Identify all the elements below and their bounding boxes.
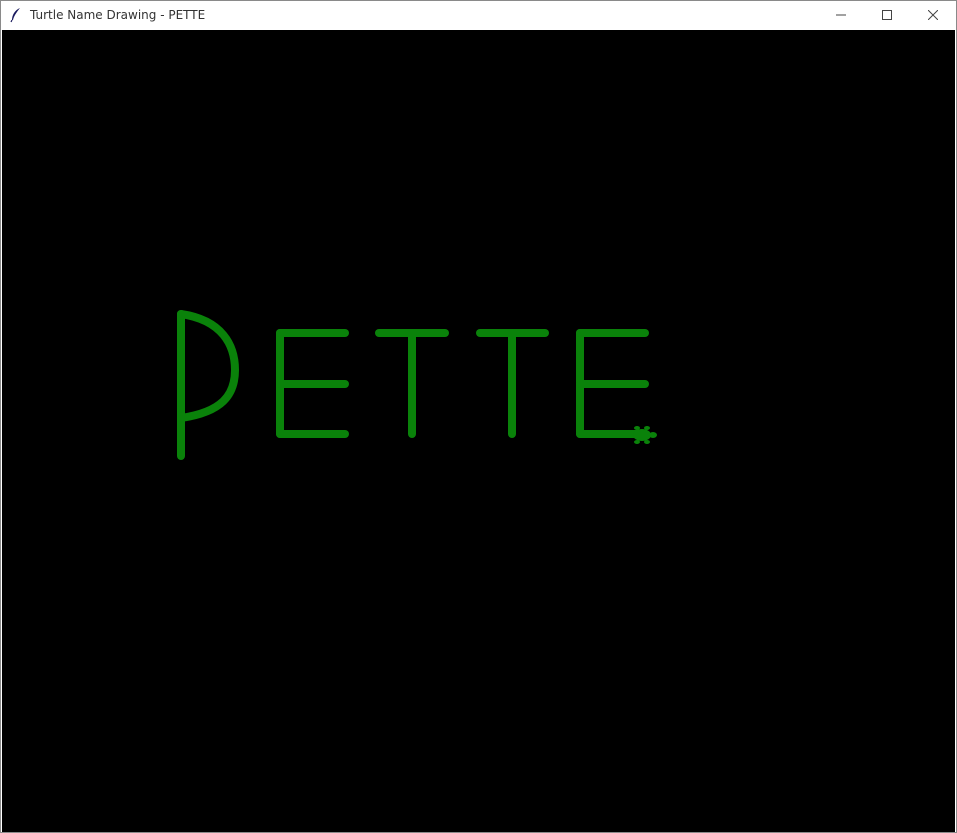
window-controls	[818, 1, 956, 29]
title-bar[interactable]: Turtle Name Drawing - PETTE	[1, 1, 956, 29]
window-title: Turtle Name Drawing - PETTE	[30, 8, 206, 22]
maximize-icon	[882, 10, 892, 20]
letter-t-stroke	[476, 329, 549, 438]
close-button[interactable]	[910, 1, 956, 29]
letter-e-stroke	[276, 329, 349, 438]
minimize-icon	[836, 14, 846, 16]
letter-p-stroke	[177, 310, 239, 460]
close-icon	[928, 10, 938, 20]
letter-e-stroke	[576, 329, 649, 438]
letter-t-stroke	[375, 329, 449, 438]
drawn-name	[177, 310, 649, 460]
turtle-icon	[629, 426, 657, 444]
feather-icon	[6, 5, 26, 25]
app-window: Turtle Name Drawing - PETTE	[0, 0, 957, 833]
maximize-button[interactable]	[864, 1, 910, 29]
drawing-canvas[interactable]	[2, 30, 955, 832]
minimize-button[interactable]	[818, 1, 864, 29]
